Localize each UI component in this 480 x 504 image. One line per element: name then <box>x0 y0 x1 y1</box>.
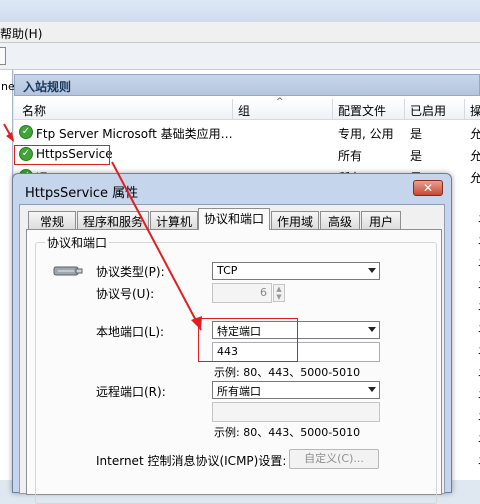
tab-label: 用户 <box>368 215 393 229</box>
tab-scope[interactable]: 作用域 <box>271 211 319 229</box>
protocol-number-spinner[interactable]: ▲ ▼ <box>273 284 285 302</box>
remote-port-select[interactable]: 所有端口 <box>212 381 380 399</box>
rules-header: 入站规则 <box>14 74 480 96</box>
close-icon: ✕ <box>422 181 434 195</box>
chevron-down-icon <box>368 387 376 392</box>
remote-port-label: 远程端口(R): <box>96 385 166 399</box>
rule-enabled: 是 <box>410 127 423 141</box>
customize-button[interactable]: 自定义(C)... <box>289 449 379 469</box>
toolbar <box>0 43 480 70</box>
menu-item-help[interactable]: 帮助(H) <box>0 25 42 42</box>
column-enabled[interactable]: 已启用 <box>410 102 446 119</box>
rule-enabled: 是 <box>410 149 423 163</box>
rule-action: 允 <box>470 149 480 163</box>
remote-port-value: 所有端口 <box>217 385 261 398</box>
column-separator <box>464 99 465 119</box>
window-top-strip <box>0 0 480 22</box>
tab-label: 常规 <box>39 215 64 229</box>
protocol-number-field[interactable]: 6 <box>212 283 272 303</box>
tab-users[interactable]: 用户 <box>361 211 401 229</box>
column-header-row: 名称 组 ^ 配置文件 已启用 操 <box>14 97 480 120</box>
highlight-box <box>14 145 110 165</box>
tab-programs-services[interactable]: 程序和服务 <box>77 211 149 229</box>
toolbar-button[interactable] <box>0 47 6 65</box>
protocol-number-value: 6 <box>260 286 267 299</box>
column-separator <box>404 99 405 119</box>
protocol-number-label: 协议号(U): <box>96 287 155 301</box>
rules-title: 入站规则 <box>23 80 72 94</box>
table-row[interactable]: ✓ Ftp Server Microsoft 基础类应用… 专用, 公用 是 允 <box>14 122 480 143</box>
tab-general[interactable]: 常规 <box>28 211 76 229</box>
group-title: 协议和端口 <box>45 234 110 251</box>
column-group[interactable]: 组 <box>238 102 250 119</box>
tab-advanced[interactable]: 高级 <box>320 211 360 229</box>
highlight-box <box>198 318 298 362</box>
tab-computers[interactable]: 计算机 <box>150 211 198 229</box>
left-pane-text: ne <box>1 80 15 93</box>
column-action[interactable]: 操 <box>470 102 480 119</box>
dialog-title: HttpsService 属性 <box>25 186 139 201</box>
menu-bar: 帮助(H) <box>0 22 480 43</box>
protocol-type-value: TCP <box>217 264 238 277</box>
tab-label: 程序和服务 <box>82 215 143 229</box>
tab-label: 计算机 <box>155 215 192 229</box>
remote-port-input[interactable] <box>212 402 380 422</box>
tab-protocols-ports[interactable]: 协议和端口 <box>198 208 270 230</box>
enabled-check-icon: ✓ <box>19 125 33 139</box>
tab-label: 高级 <box>327 215 352 229</box>
rule-action: 允 <box>470 171 480 185</box>
local-port-example: 示例: 80、443、5000-5010 <box>214 366 361 379</box>
remote-port-example: 示例: 80、443、5000-5010 <box>214 426 361 439</box>
column-profile[interactable]: 配置文件 <box>338 102 386 119</box>
network-cable-icon <box>53 266 83 276</box>
column-separator <box>232 99 233 119</box>
protocol-type-select[interactable]: TCP <box>212 262 380 280</box>
tab-label: 协议和端口 <box>203 212 264 226</box>
rule-profile: 专用, 公用 <box>338 127 394 141</box>
column-name[interactable]: 名称 <box>22 102 46 119</box>
protocol-type-label: 协议类型(P): <box>96 265 165 279</box>
sort-asc-icon: ^ <box>276 97 284 107</box>
rule-name: Ftp Server Microsoft 基础类应用… <box>36 127 233 141</box>
rule-action: 允 <box>470 127 480 141</box>
icmp-settings-label: Internet 控制消息协议(ICMP)设置: <box>96 454 287 468</box>
rule-profile: 所有 <box>338 149 363 163</box>
chevron-down-icon <box>368 327 376 332</box>
close-button[interactable]: ✕ <box>413 180 443 196</box>
tab-label: 作用域 <box>276 215 313 229</box>
chevron-down-icon <box>368 268 376 273</box>
local-port-label: 本地端口(L): <box>96 325 165 339</box>
column-separator <box>332 99 333 119</box>
